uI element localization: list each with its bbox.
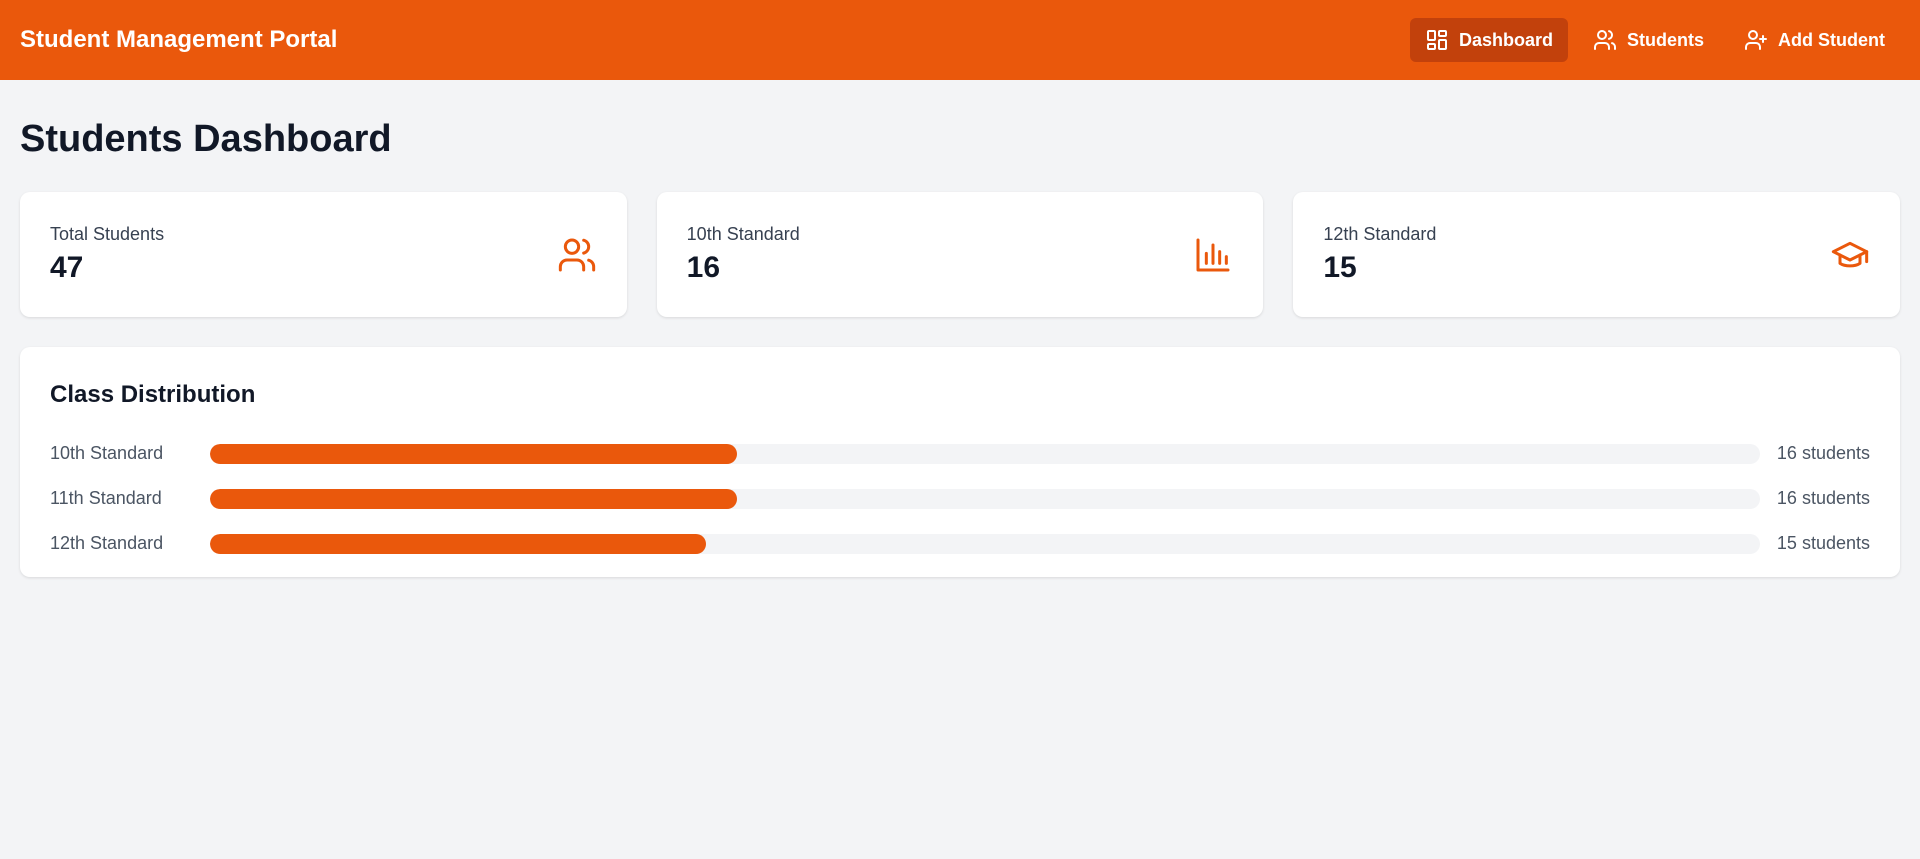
top-navbar: Student Management Portal Dashboard Stud…: [0, 0, 1920, 80]
stat-value: 16: [686, 251, 721, 284]
distribution-bar-fill: [210, 443, 737, 464]
nav-dashboard-label: Dashboard: [1458, 29, 1553, 50]
nav-add-student[interactable]: Add Student: [1729, 18, 1900, 62]
distribution-label: 11th Standard: [50, 488, 162, 508]
class-distribution-title: Class Distribution: [50, 381, 256, 408]
graduation-cap-icon: [1830, 235, 1870, 275]
stat-value: 15: [1323, 251, 1357, 284]
stat-card-10th-standard: 10th Standard 16: [656, 192, 1264, 317]
distribution-bar-track: [210, 533, 1760, 554]
stat-label: 10th Standard: [686, 224, 800, 244]
stat-card-12th-standard: 12th Standard 15: [1293, 192, 1901, 317]
stats-row: Total Students 47 10th Standard 16 12th …: [20, 192, 1901, 317]
distribution-count: 16 students: [1776, 443, 1870, 463]
bar-chart-icon: [1193, 235, 1233, 275]
users-icon: [557, 235, 597, 275]
distribution-count: 15 students: [1776, 533, 1870, 553]
nav-students-label: Students: [1627, 29, 1705, 50]
main-nav: Dashboard Students Add Student: [1409, 18, 1900, 62]
nav-dashboard[interactable]: Dashboard: [1409, 18, 1568, 62]
page-title: Students Dashboard: [20, 118, 392, 160]
user-plus-icon: [1744, 28, 1768, 52]
distribution-bar-track: [210, 443, 1760, 464]
distribution-row: 11th Standard 16 students: [50, 476, 1870, 521]
stat-card-total-students: Total Students 47: [20, 192, 627, 317]
distribution-row: 10th Standard 16 students: [50, 431, 1870, 476]
nav-students[interactable]: Students: [1578, 18, 1719, 62]
nav-add-student-label: Add Student: [1778, 29, 1885, 50]
distribution-bar-track: [210, 488, 1760, 509]
app-title: Student Management Portal: [20, 26, 338, 53]
main-content: Students Dashboard Total Students 47 10t…: [0, 80, 1920, 577]
distribution-label: 10th Standard: [50, 443, 164, 463]
distribution-bar-fill: [210, 488, 737, 509]
stat-label: Total Students: [50, 224, 165, 244]
class-distribution-card: Class Distribution 10th Standard 16 stud…: [20, 347, 1900, 577]
distribution-count: 16 students: [1776, 488, 1870, 508]
distribution-label: 12th Standard: [50, 533, 164, 553]
stat-value: 47: [50, 251, 84, 284]
users-icon: [1593, 28, 1617, 52]
distribution-row: 12th Standard 15 students: [50, 521, 1870, 566]
dashboard-icon: [1425, 28, 1449, 52]
distribution-bar-fill: [210, 533, 706, 554]
stat-label: 12th Standard: [1323, 224, 1437, 244]
